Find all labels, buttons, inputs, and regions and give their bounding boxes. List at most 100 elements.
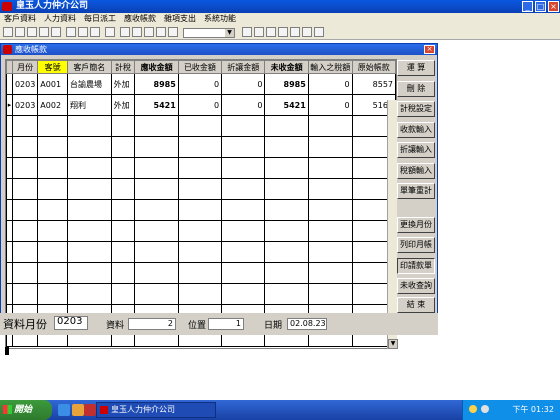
payment-input-button[interactable]: 收款輸入: [397, 122, 435, 138]
minimize-button[interactable]: _: [522, 1, 533, 12]
receivables-grid[interactable]: 月份 客號 客戶簡名 計稅 應收金額 已收金額 折讓金額 未收金額 輸入之稅額 …: [5, 59, 397, 349]
delete-button[interactable]: 刪 除: [397, 81, 435, 97]
app-icon: [2, 2, 12, 11]
date-field: 02.08.23: [287, 318, 327, 330]
cell-original[interactable]: 8557: [351, 73, 396, 95]
change-month-button[interactable]: 更換月份: [397, 217, 435, 233]
app-title: 皇玉人力仲介公司: [16, 1, 89, 11]
last-record-icon[interactable]: [156, 27, 166, 37]
print-monthly-button[interactable]: 列印月帳: [397, 237, 435, 253]
app-titlebar: 皇玉人力仲介公司: [0, 0, 560, 13]
column-header[interactable]: 月份: [11, 60, 39, 74]
paste-icon[interactable]: [90, 27, 100, 37]
tool-icon[interactable]: [278, 27, 288, 37]
column-header[interactable]: 折讓金額: [221, 60, 266, 74]
cell-outstanding[interactable]: 5421: [264, 94, 309, 116]
folder-icon[interactable]: [72, 404, 84, 416]
taskbar-item-label: 皇玉人力仲介公司: [111, 405, 175, 414]
volume-icon[interactable]: [481, 405, 489, 413]
column-header[interactable]: 計稅: [110, 60, 136, 74]
maximize-button[interactable]: □: [535, 1, 546, 12]
position-label: 位置: [188, 321, 207, 331]
tax-settings-button[interactable]: 計稅設定: [397, 101, 435, 117]
cell-customer-id[interactable]: A001: [37, 73, 69, 95]
cell-receivable[interactable]: 8985: [134, 73, 179, 95]
column-header[interactable]: 輸入之稅額: [307, 60, 353, 74]
horizontal-scroll-thumb[interactable]: [5, 347, 9, 355]
browser-icon[interactable]: [58, 404, 70, 416]
cell-month[interactable]: 0203: [11, 73, 39, 95]
cell-receivable[interactable]: 5421: [134, 94, 179, 116]
discount-input-button[interactable]: 折讓輸入: [397, 142, 435, 158]
help-icon[interactable]: [314, 27, 324, 37]
app-quicklaunch-icon[interactable]: [84, 404, 96, 416]
cell-month[interactable]: 0203: [11, 94, 39, 116]
close-button[interactable]: ×: [548, 1, 559, 12]
child-close-button[interactable]: ×: [424, 45, 435, 54]
copy-icon[interactable]: [78, 27, 88, 37]
menu-item[interactable]: 雜項支出: [160, 13, 200, 25]
cell-discount[interactable]: 0: [221, 94, 266, 116]
recalculate-button[interactable]: 單筆重計: [397, 183, 435, 199]
month-label: 資料月份: [3, 318, 47, 331]
edit-icon[interactable]: [168, 27, 178, 37]
preview-icon[interactable]: [51, 27, 61, 37]
menu-bar: 客戶資料 人力資料 每日派工 應收帳款 雜項支出 系統功能: [0, 13, 560, 25]
tool-icon[interactable]: [242, 27, 252, 37]
print-icon[interactable]: [39, 27, 49, 37]
count-label: 資料: [106, 321, 125, 331]
empty-row: [6, 241, 396, 263]
cell-tax[interactable]: 外加: [110, 73, 136, 95]
save-icon[interactable]: [27, 27, 37, 37]
cell-received[interactable]: 0: [177, 73, 223, 95]
cell-customer-name[interactable]: 台諭農場: [67, 73, 112, 95]
cell-tax[interactable]: 外加: [110, 94, 136, 116]
column-header[interactable]: 已收金額: [177, 60, 223, 74]
tool-icon[interactable]: [266, 27, 276, 37]
vertical-scrollbar[interactable]: ▼: [387, 100, 398, 349]
open-icon[interactable]: [15, 27, 25, 37]
prev-record-icon[interactable]: [132, 27, 142, 37]
column-header[interactable]: 應收金額: [134, 60, 179, 74]
tool-icon[interactable]: [302, 27, 312, 37]
cell-tax-input[interactable]: 0: [307, 73, 353, 95]
menu-item[interactable]: 人力資料: [40, 13, 80, 25]
toolbar-dropdown[interactable]: ▼: [183, 28, 235, 38]
tax-amount-input-button[interactable]: 稅額輸入: [397, 163, 435, 179]
table-row[interactable]: 0203 A001 台諭農場 外加 8985 0 0 8985 0 8557: [6, 73, 396, 95]
column-header[interactable]: 原始帳款: [351, 60, 396, 74]
menu-item[interactable]: 系統功能: [200, 13, 240, 25]
print-invoice-button[interactable]: 印請款單: [397, 258, 435, 274]
cell-tax-input[interactable]: 0: [307, 94, 353, 116]
cell-customer-name[interactable]: 翔利: [67, 94, 112, 116]
column-header[interactable]: 未收金額: [264, 60, 309, 74]
cut-icon[interactable]: [66, 27, 76, 37]
column-header[interactable]: 客戶簡名: [67, 60, 112, 74]
exit-button[interactable]: 結 束: [397, 297, 435, 313]
new-icon[interactable]: [3, 27, 13, 37]
cell-customer-id[interactable]: A002: [37, 94, 69, 116]
start-label: 開始: [14, 405, 33, 415]
cell-received[interactable]: 0: [177, 94, 223, 116]
unpaid-query-button[interactable]: 未收查詢: [397, 278, 435, 294]
start-button[interactable]: 開始: [0, 400, 52, 420]
tool-icon[interactable]: [254, 27, 264, 37]
column-header[interactable]: 客號: [37, 60, 69, 74]
taskbar-item[interactable]: 皇玉人力仲介公司: [96, 402, 216, 418]
empty-row: [6, 136, 396, 158]
tool-icon[interactable]: [290, 27, 300, 37]
menu-item[interactable]: 每日派工: [80, 13, 120, 25]
compute-button[interactable]: 運 算: [397, 60, 435, 76]
table-row[interactable]: ▸ 0203 A002 翔利 外加 5421 0 0 5421 0 5163: [6, 94, 396, 116]
month-field[interactable]: 0203: [54, 316, 88, 330]
first-record-icon[interactable]: [120, 27, 130, 37]
scroll-down-icon[interactable]: ▼: [388, 339, 398, 349]
cell-discount[interactable]: 0: [221, 73, 266, 95]
empty-row: [6, 199, 396, 221]
undo-icon[interactable]: [105, 27, 115, 37]
next-record-icon[interactable]: [144, 27, 154, 37]
tray-icon[interactable]: [469, 405, 477, 413]
menu-item[interactable]: 客戶資料: [0, 13, 40, 25]
menu-item[interactable]: 應收帳款: [120, 13, 160, 25]
cell-outstanding[interactable]: 8985: [264, 73, 309, 95]
